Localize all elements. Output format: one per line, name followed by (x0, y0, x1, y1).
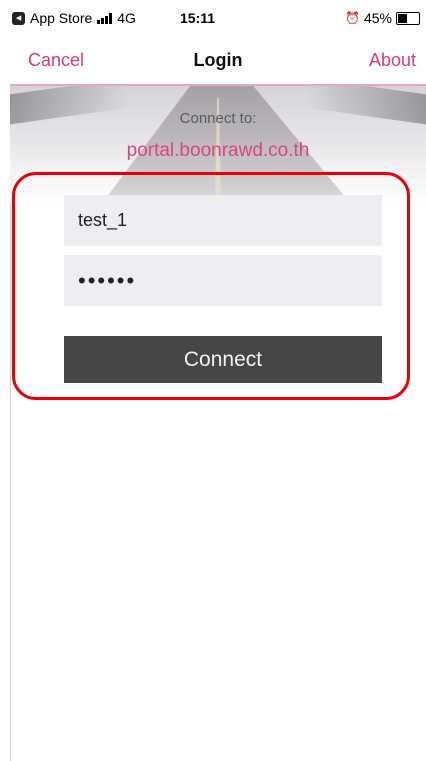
username-field[interactable] (64, 195, 382, 246)
status-left: ◂ App Store 4G (12, 10, 136, 26)
network-type: 4G (117, 10, 136, 26)
signal-strength-icon (97, 12, 113, 24)
connect-button[interactable]: Connect (64, 336, 382, 383)
connect-to-label: Connect to: (179, 110, 257, 127)
status-time: 15:11 (180, 10, 216, 26)
battery-percent: 45% (363, 10, 392, 26)
about-button[interactable]: About (369, 50, 416, 71)
status-bar: ◂ App Store 4G 15:11 ⏰ 45% (10, 0, 426, 38)
back-to-app-icon[interactable]: ◂ (12, 11, 25, 25)
battery-level-fill (398, 13, 407, 23)
battery-icon (396, 11, 420, 25)
back-to-app-label[interactable]: App Store (30, 10, 92, 26)
alarm-icon: ⏰ (345, 11, 360, 25)
page-title: Login (193, 50, 243, 70)
status-right: ⏰ 45% (345, 10, 420, 26)
password-field[interactable] (64, 255, 382, 306)
navigation-bar: Cancel Login About (10, 38, 426, 86)
server-address: portal.boonrawd.co.th (126, 140, 310, 161)
